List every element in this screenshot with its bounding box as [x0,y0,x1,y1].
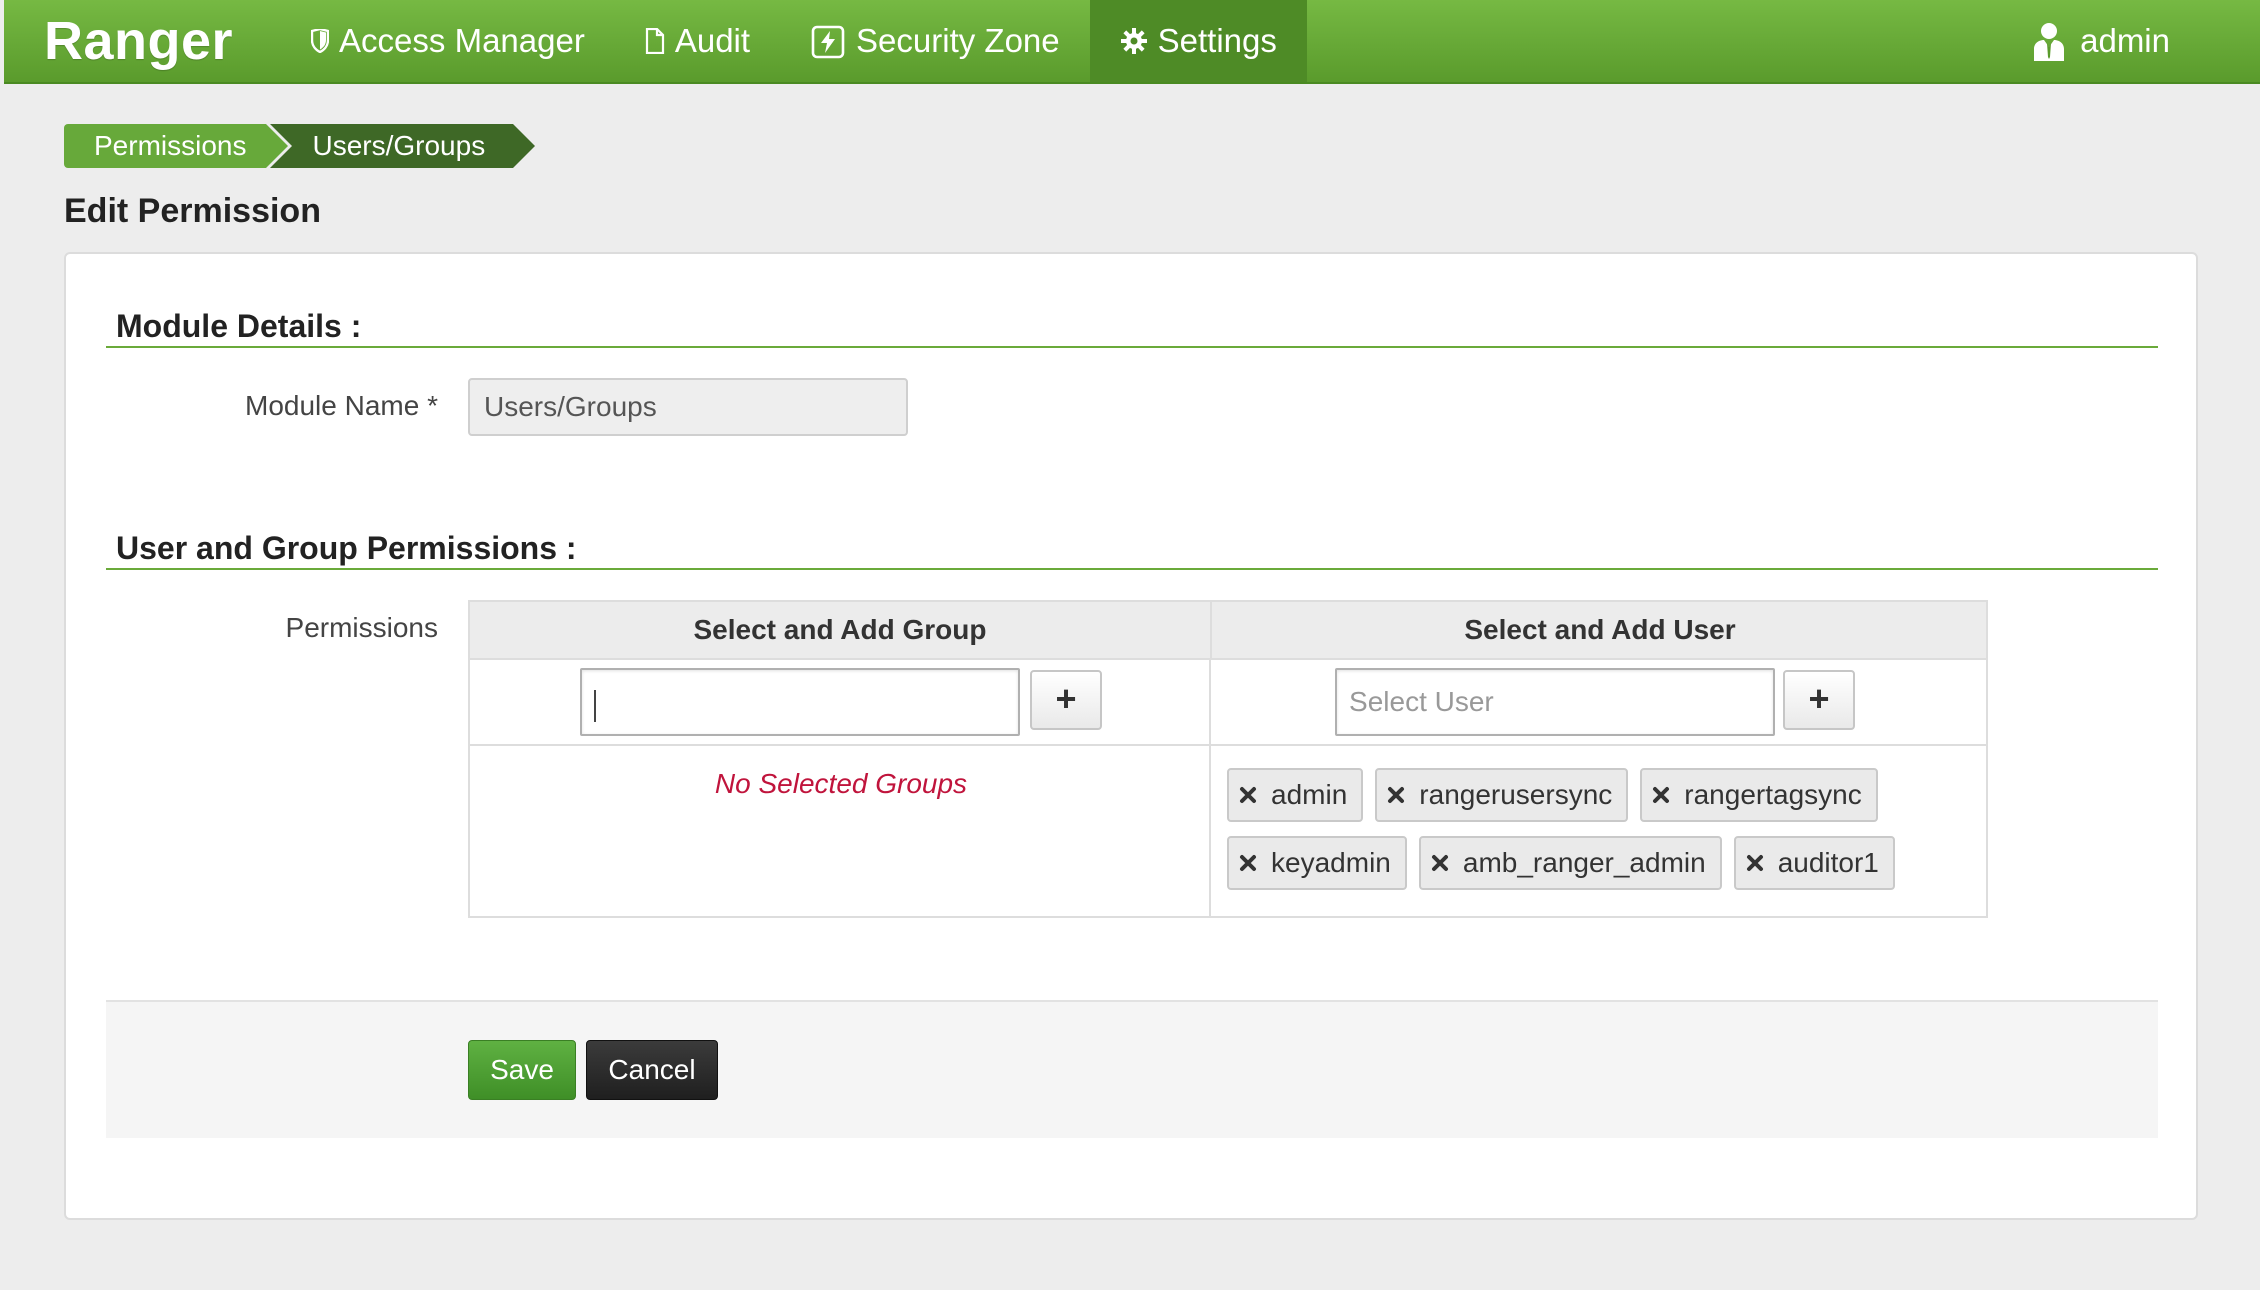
user-tag: amb_ranger_admin [1418,836,1722,890]
no-groups-message: No Selected Groups [714,768,968,799]
shield-icon [311,29,330,53]
save-button[interactable]: Save [468,1040,576,1100]
section-divider [106,568,2158,570]
user-tag-label: rangertagsync [1684,779,1862,810]
user-tag: auditor1 [1733,836,1895,890]
nav-audit[interactable]: Audit [615,0,780,82]
user-name: admin [2080,22,2170,59]
permissions-label: Permissions [285,612,438,643]
permissions-table-header: Select and Add Group Select and Add User [470,602,1986,660]
user-select-input[interactable]: Select User [1335,668,1776,736]
nav-access-manager[interactable]: Access Manager [281,0,615,82]
nav-label: Audit [674,22,751,59]
nav-security-zone[interactable]: Security Zone [780,0,1090,82]
selected-groups-cell: No Selected Groups [470,746,1212,916]
form-actions: Save Cancel [106,1000,2158,1138]
group-column-header: Select and Add Group [470,602,1212,658]
group-input-cell: + [470,660,1212,744]
nav-label: Settings [1157,22,1277,59]
nav-label: Access Manager [339,22,585,59]
user-tag-label: amb_ranger_admin [1462,847,1706,878]
module-details-heading: Module Details : [116,308,362,344]
add-group-button[interactable]: + [1030,670,1102,730]
cancel-button[interactable]: Cancel [586,1040,718,1100]
breadcrumb: Permissions Users/Groups [64,124,535,168]
text-caret [594,690,596,722]
selected-users-cell: admin rangerusersync rangertagsync keyad… [1211,746,1986,916]
user-tag-label: admin [1271,779,1348,810]
permissions-input-row: + Select User + [470,660,1986,746]
add-user-button[interactable]: + [1783,670,1856,730]
permissions-values-row: No Selected Groups admin rangerusersync … [470,746,1986,916]
selected-users-list: admin rangerusersync rangertagsync keyad… [1227,768,1967,890]
permissions-table: Select and Add Group Select and Add User… [468,600,1988,918]
breadcrumb-permissions[interactable]: Permissions [64,124,290,168]
remove-icon[interactable] [1431,854,1449,872]
module-name-field: Users/Groups [468,378,908,436]
user-tag-label: rangerusersync [1419,779,1613,810]
main-nav: Access Manager Audit Security Zone Setti… [281,0,1307,82]
lightning-icon [810,23,846,59]
user-tag-label: auditor1 [1777,847,1879,878]
page-title: Edit Permission [64,192,321,230]
gear-icon [1120,27,1148,55]
user-tag: admin [1227,768,1364,822]
user-input-cell: Select User + [1211,660,1986,744]
brand-logo[interactable]: Ranger [44,10,233,72]
remove-icon[interactable] [1239,854,1257,872]
user-tag: rangertagsync [1640,768,1878,822]
user-column-header: Select and Add User [1464,614,1736,645]
file-icon [645,28,665,54]
remove-icon[interactable] [1652,786,1670,804]
user-tag-label: keyadmin [1271,847,1391,878]
edit-permission-form: Module Details : Module Name * Users/Gro… [64,252,2198,1220]
section-divider [106,346,2158,348]
user-tag: rangerusersync [1375,768,1629,822]
user-group-permissions-heading: User and Group Permissions : [116,530,577,566]
user-icon [2032,21,2066,61]
top-navbar: Ranger Access Manager Audit Security Zon… [4,0,2260,84]
module-name-label: Module Name * [245,390,438,421]
nav-label: Security Zone [856,22,1060,59]
remove-icon[interactable] [1746,854,1764,872]
user-tag: keyadmin [1227,836,1407,890]
group-select-input[interactable] [580,668,1020,736]
nav-settings[interactable]: Settings [1089,0,1307,82]
breadcrumb-users-groups: Users/Groups [270,124,535,168]
user-menu[interactable]: admin [2032,21,2170,61]
remove-icon[interactable] [1387,786,1405,804]
remove-icon[interactable] [1239,786,1257,804]
